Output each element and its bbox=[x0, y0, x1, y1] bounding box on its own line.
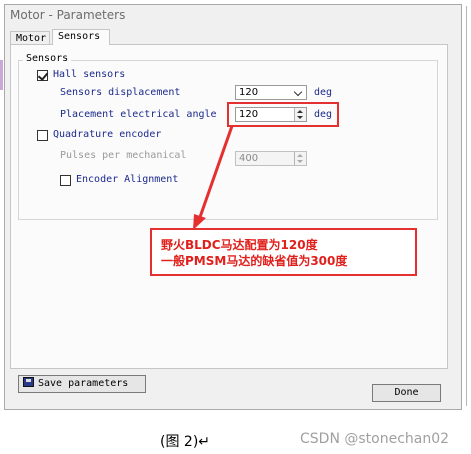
done-button[interactable]: Done bbox=[372, 384, 441, 402]
annotation-line-1: 野火BLDC马达配置为120度 bbox=[161, 238, 318, 252]
watermark: CSDN @stonechan02 bbox=[300, 431, 450, 447]
save-parameters-button[interactable]: Save parameters bbox=[18, 375, 146, 393]
annotation-callout: 野火BLDC马达配置为120度 一般PMSM马达的缺省值为300度 bbox=[150, 228, 417, 276]
tab-sensors[interactable]: Sensors bbox=[52, 29, 110, 45]
save-parameters-label: Save parameters bbox=[38, 378, 129, 389]
figure-caption: (图 2)↵ bbox=[160, 434, 211, 450]
annotation-line-2: 一般PMSM马达的缺省值为300度 bbox=[161, 254, 348, 268]
floppy-disk-icon bbox=[23, 377, 34, 387]
